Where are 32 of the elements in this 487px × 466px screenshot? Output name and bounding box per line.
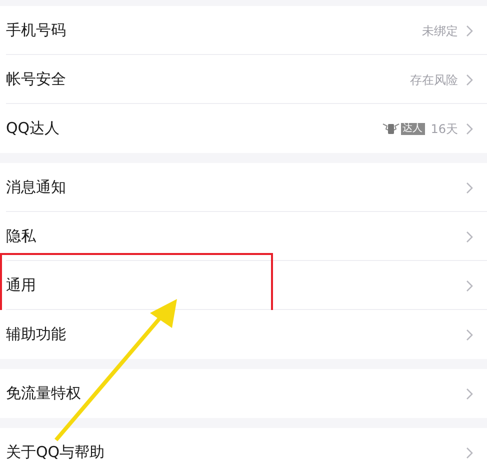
settings-row[interactable]: 消息通知 xyxy=(0,163,487,212)
settings-row[interactable]: 辅助功能 xyxy=(0,310,487,359)
chevron-right-icon xyxy=(466,446,473,458)
row-value: 存在风险 xyxy=(410,72,458,88)
settings-row[interactable]: 手机号码 未绑定 xyxy=(0,6,487,55)
chevron-right-icon xyxy=(466,24,473,36)
chevron-right-icon xyxy=(466,122,473,134)
chevron-right-icon xyxy=(466,74,473,86)
row-label: 帐号安全 xyxy=(6,69,66,90)
chevron-right-icon xyxy=(466,388,473,400)
row-label: QQ达人 xyxy=(6,118,60,140)
daren-badge: 达人 xyxy=(400,122,425,134)
settings-row[interactable]: QQ达人 达人 16天 xyxy=(0,104,487,153)
row-label: 隐私 xyxy=(6,226,36,248)
row-label: 手机号码 xyxy=(6,20,66,42)
winged-phone-icon xyxy=(382,122,400,136)
chevron-right-icon xyxy=(466,280,473,292)
row-label: 辅助功能 xyxy=(6,324,66,346)
settings-row[interactable]: 隐私 xyxy=(0,212,487,261)
settings-row[interactable]: 通用 xyxy=(0,261,487,310)
settings-row[interactable]: 关于QQ与帮助 xyxy=(0,428,487,466)
chevron-right-icon xyxy=(466,182,473,194)
row-label: 消息通知 xyxy=(6,177,66,198)
row-label: 关于QQ与帮助 xyxy=(6,442,105,464)
chevron-right-icon xyxy=(466,230,473,242)
row-label: 通用 xyxy=(6,275,36,296)
settings-row[interactable]: 免流量特权 xyxy=(0,369,487,418)
row-value: 16天 xyxy=(430,120,458,138)
row-value: 未绑定 xyxy=(422,22,458,40)
chevron-right-icon xyxy=(466,328,473,340)
settings-row[interactable]: 帐号安全 存在风险 xyxy=(0,55,487,104)
row-label: 免流量特权 xyxy=(6,383,81,404)
